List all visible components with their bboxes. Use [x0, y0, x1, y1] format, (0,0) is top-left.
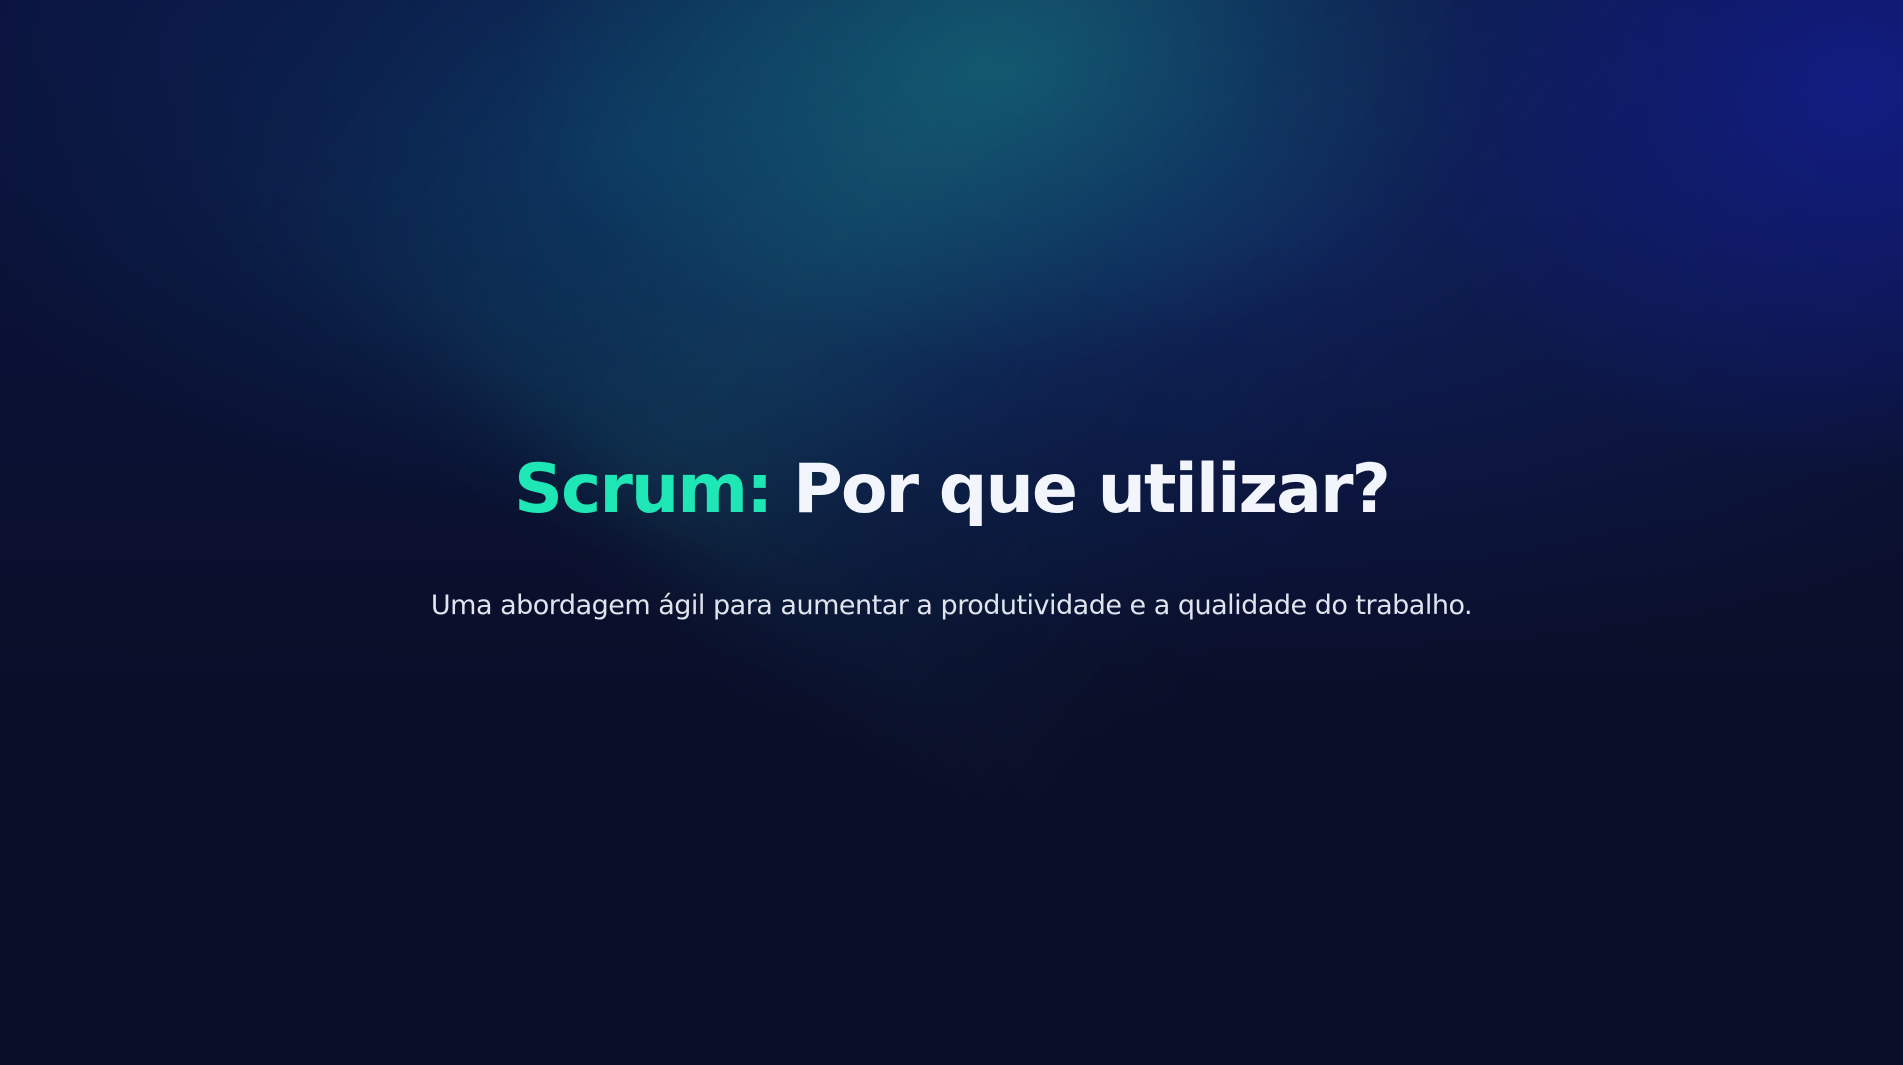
slide-subtitle: Uma abordagem ágil para aumentar a produ… [430, 590, 1473, 621]
title-rest: Por que utilizar? [771, 450, 1391, 529]
slide: Scrum: Por que utilizar? Uma abordagem á… [0, 0, 1903, 1065]
slide-title: Scrum: Por que utilizar? [0, 450, 1903, 530]
title-accent: Scrum: [514, 450, 773, 529]
